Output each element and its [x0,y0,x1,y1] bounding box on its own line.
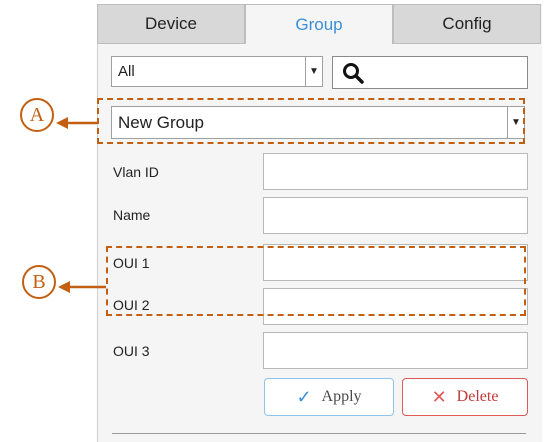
callout-b-badge: B [22,265,56,299]
callout-arrows [56,117,106,293]
callout-a-badge: A [20,98,54,132]
